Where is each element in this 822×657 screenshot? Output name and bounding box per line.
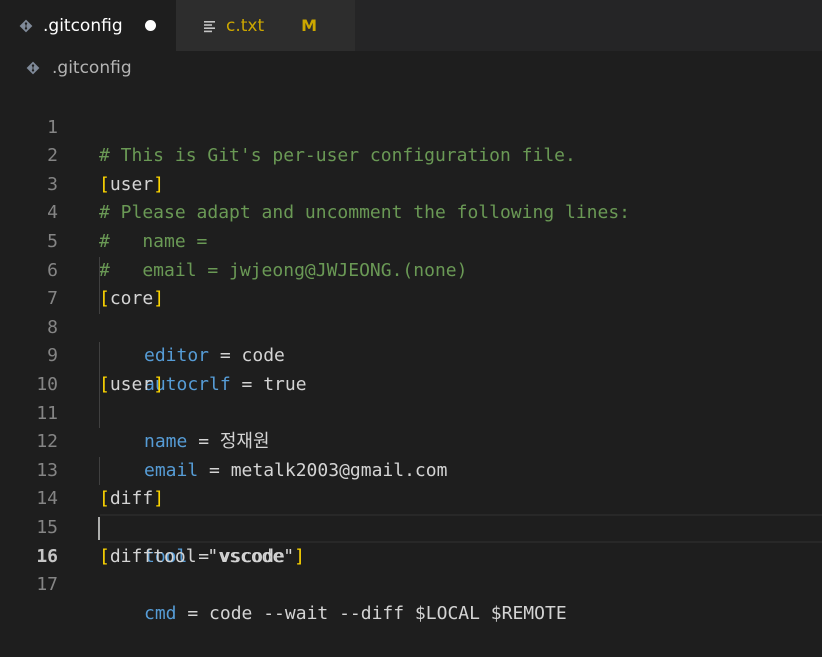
tab-c-txt[interactable]: c.txt M <box>176 0 355 51</box>
indent-guide <box>99 399 100 429</box>
line-number: 17 <box>36 574 58 596</box>
git-status-badge: M <box>301 16 318 35</box>
indent-guide <box>99 456 100 486</box>
text-cursor <box>98 516 100 540</box>
code-line[interactable]: 6 [core] <box>0 228 822 310</box>
code-line[interactable]: 10 name = 정재원 <box>0 342 822 452</box>
code-line[interactable]: 14 tool = vscode <box>0 456 822 567</box>
code-line-current[interactable]: 16 cmd = code --wait --diff $LOCAL $REMO… <box>0 513 822 624</box>
code-line[interactable]: 9 [user] <box>0 314 822 395</box>
indent-guide <box>99 370 100 400</box>
tab-label: .gitconfig <box>43 15 123 36</box>
code-line[interactable]: 4 # name = <box>0 171 822 252</box>
git-icon <box>17 19 35 33</box>
tab-bar: .gitconfig c.txt M <box>0 0 822 51</box>
indent-guide <box>99 342 100 371</box>
code-line[interactable]: 13 [diff] <box>0 428 822 510</box>
code-line[interactable]: 1 # This is Git's per-user configuration… <box>0 85 822 167</box>
breadcrumb[interactable]: .gitconfig <box>26 56 132 80</box>
tab-label: c.txt <box>226 15 265 36</box>
code-editor[interactable]: 1 # This is Git's per-user configuration… <box>0 85 822 624</box>
code-line[interactable]: 17 <box>0 543 822 595</box>
code-line[interactable]: 5 # email = jwjeong@JWJEONG.(none) <box>0 199 822 281</box>
tab-gitconfig[interactable]: .gitconfig <box>0 0 176 51</box>
breadcrumb-file: .gitconfig <box>52 58 132 78</box>
code-line[interactable]: 7 editor = code <box>0 256 822 366</box>
config-key: cmd <box>144 602 177 624</box>
code-line[interactable]: 15 [difftool "vscode"] <box>0 485 822 567</box>
code-line[interactable]: 3 # Please adapt and uncomment the follo… <box>0 142 822 224</box>
unsaved-dot-icon[interactable] <box>144 20 156 31</box>
text-file-icon <box>202 19 218 33</box>
code-line[interactable]: 11 email = metalk2003@gmail.com <box>0 370 822 481</box>
indent-guide <box>99 256 100 286</box>
code-line[interactable]: 2 [user] <box>0 114 822 195</box>
indent-guide <box>99 285 100 314</box>
config-value: code --wait --diff $LOCAL $REMOTE <box>209 602 567 624</box>
code-line[interactable]: 12 <box>0 399 822 452</box>
code-line[interactable]: 8 autocrlf = true <box>0 285 822 395</box>
git-icon <box>26 61 44 75</box>
